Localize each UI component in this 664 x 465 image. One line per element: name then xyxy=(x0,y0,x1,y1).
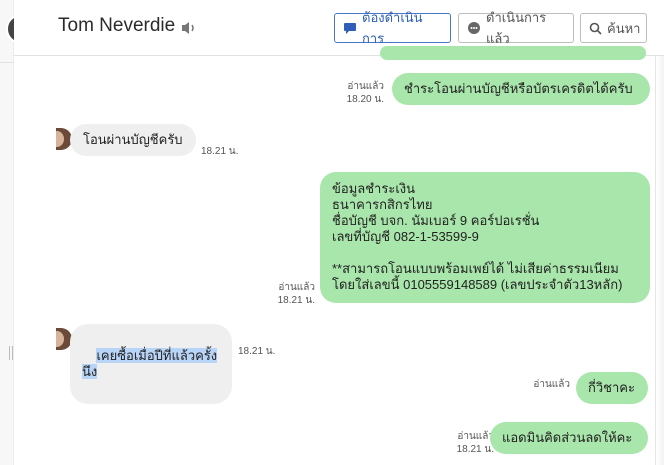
message-bubble-outgoing[interactable]: ชำระโอนผ่านบัญชีหรือบัตรเครดิตได้ครับ xyxy=(392,73,650,105)
message-bubble-incoming[interactable]: เคยซื้อเมื่อปีที่แล้วครั้งนึง xyxy=(70,324,232,404)
message-time: 18.21 น. xyxy=(456,444,494,455)
message-meta: อ่านแล้ว 18.21 น. xyxy=(239,281,315,307)
message-bubble-outgoing[interactable]: ข้อมูลชำระเงิน ธนาคารกสิกรไทย ชื่อบัญชี … xyxy=(320,172,650,303)
message-time: 18.21 น. xyxy=(277,295,315,306)
chat-bubble-icon xyxy=(344,22,356,34)
resize-handle[interactable] xyxy=(9,346,13,360)
read-status: อ่านแล้ว xyxy=(347,81,384,92)
left-panel-strip xyxy=(0,0,14,465)
done-label: ดำเนินการแล้ว xyxy=(486,10,547,46)
read-status: อ่านแล้ว xyxy=(278,282,315,293)
message-bubble-partial xyxy=(380,46,646,60)
chat-dots-icon xyxy=(468,22,480,34)
needs-action-button[interactable]: ต้องดำเนินการ xyxy=(334,10,451,46)
done-button[interactable]: ดำเนินการแล้ว xyxy=(458,10,574,46)
needs-action-label: ต้องดำเนินการ xyxy=(362,10,423,46)
avatar-overlay xyxy=(14,10,54,48)
chat-area: อ่านแล้ว 18.20 น. ชำระโอนผ่านบัญชีหรือบั… xyxy=(14,46,664,465)
message-bubble-outgoing[interactable]: กี่วิชาคะ xyxy=(576,372,648,404)
message-time: 18.21 น. xyxy=(238,346,276,357)
left-panel-divider xyxy=(0,62,14,63)
message-bubble-incoming[interactable]: โอนผ่านบัญชีครับ xyxy=(70,124,196,156)
message-time: 18.21 น. xyxy=(201,146,239,157)
search-label: ค้นหา xyxy=(607,20,641,36)
speaker-icon[interactable] xyxy=(180,20,198,36)
right-panel-edge xyxy=(655,56,664,465)
read-status: อ่านแล้ว xyxy=(533,379,570,390)
search-button[interactable]: ค้นหา xyxy=(580,13,647,43)
message-meta: อ่านแล้ว 18.21 น. xyxy=(428,430,494,456)
selected-text: เคยซื้อเมื่อปีที่แล้วครั้งนึง xyxy=(82,348,218,379)
message-time: 18.20 น. xyxy=(346,94,384,105)
search-icon xyxy=(589,22,602,35)
message-meta: อ่านแล้ว 18.20 น. xyxy=(314,80,384,106)
read-status: อ่านแล้ว xyxy=(457,431,494,442)
contact-name[interactable]: Tom Neverdie xyxy=(58,15,175,37)
message-bubble-outgoing[interactable]: แอดมินคิดส่วนลดให้คะ xyxy=(490,422,648,454)
